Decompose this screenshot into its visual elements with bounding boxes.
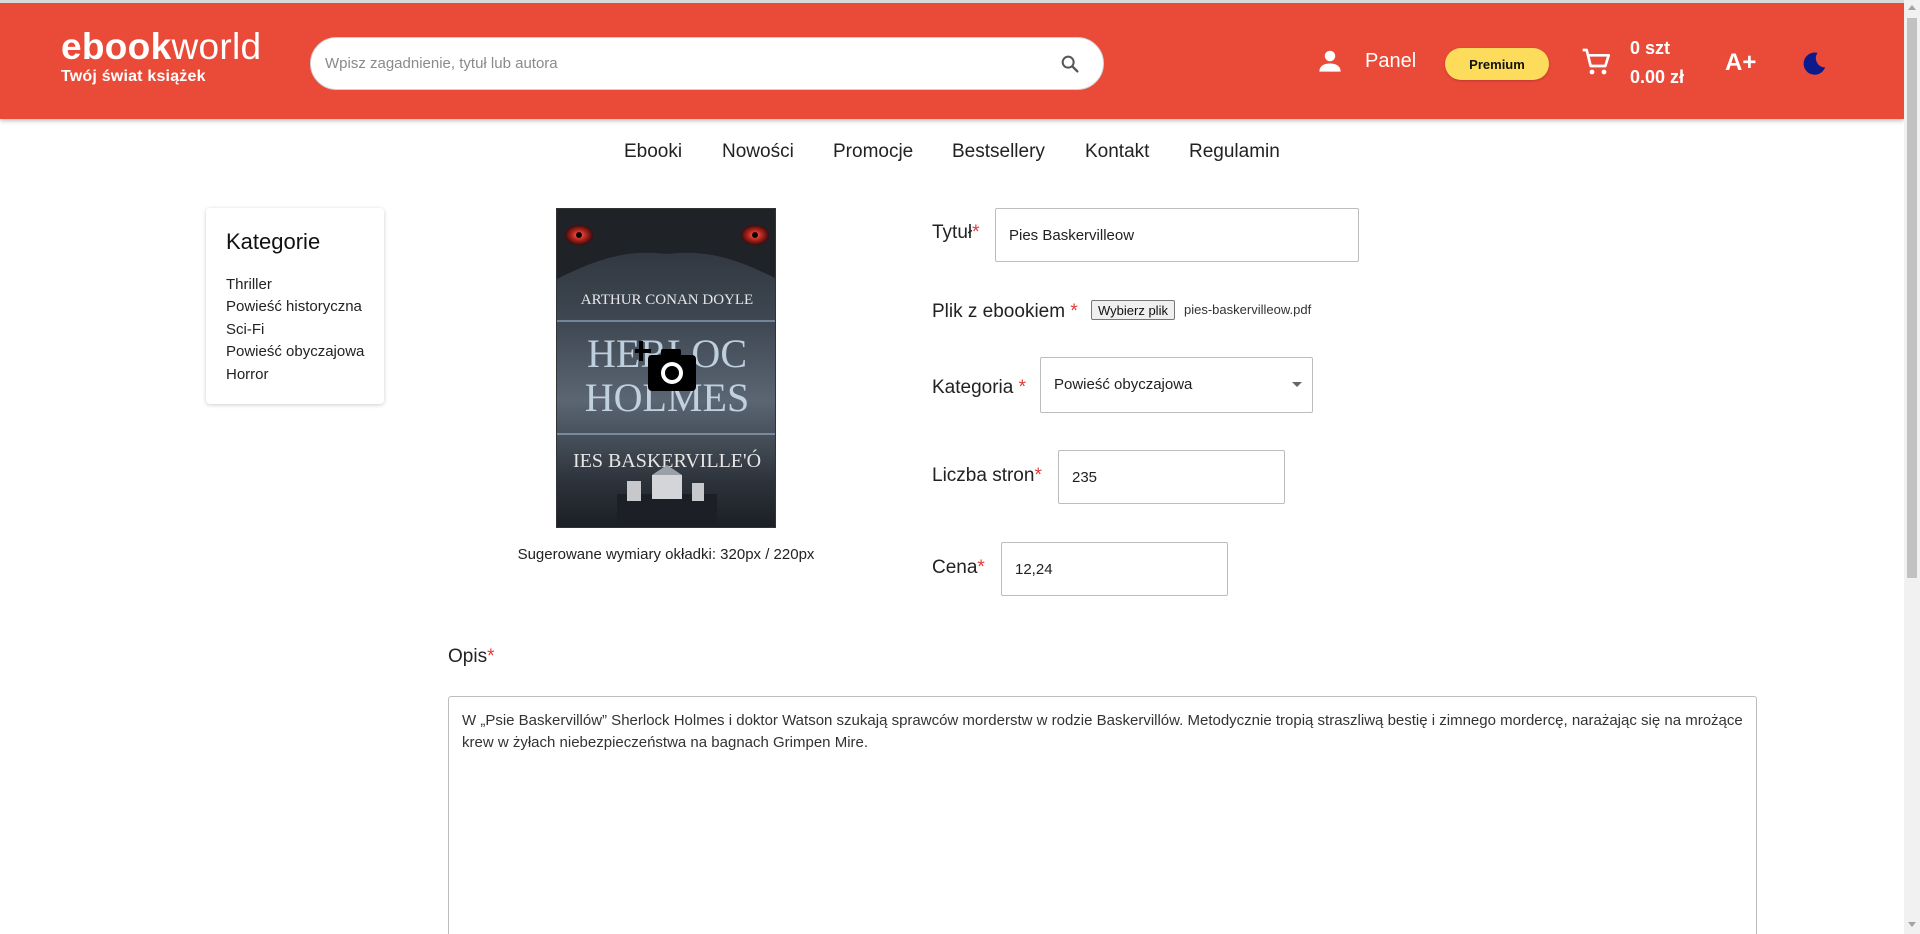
file-name: pies-baskervilleow.pdf [1184,302,1312,317]
nav-promocje[interactable]: Promocje [833,141,913,163]
required-star: * [1070,301,1078,322]
cart-count: 0 szt [1630,38,1671,58]
cart-total: 0.00 zł [1630,67,1685,87]
cart-icon[interactable] [1580,46,1612,78]
cover-upload[interactable]: ARTHUR CONAN DOYLE HERLOC HOLMES IES BAS… [556,208,776,528]
required-star: * [1018,377,1027,398]
moon-icon[interactable] [1800,50,1828,78]
search-input[interactable] [325,38,1025,89]
premium-button[interactable]: Premium [1445,48,1549,80]
scrollbar-thumb[interactable] [1907,18,1917,578]
user-icon [1319,50,1341,72]
required-star: * [487,646,495,667]
price-input[interactable] [1001,542,1228,596]
main-nav: Ebooki Nowości Promocje Bestsellery Kont… [0,141,1904,165]
pages-label: Liczba stron* [932,465,1042,486]
category-select-value: Powieść obyczajowa [1054,376,1193,393]
description-textarea[interactable]: W „Psie Baskervillów” Sherlock Holmes i … [448,696,1757,934]
logo-bold-text: ebook [61,26,172,67]
logo-light-text: world [171,26,262,67]
categories-title: Kategorie [226,229,321,254]
category-item[interactable]: Powieść historyczna [226,296,364,318]
scroll-down-arrow-icon[interactable] [1908,922,1916,927]
cover-author: ARTHUR CONAN DOYLE [581,292,753,308]
page-scrollbar[interactable] [1904,0,1920,934]
description-label: Opis* [448,646,495,667]
nav-regulamin[interactable]: Regulamin [1189,141,1280,163]
nav-ebooki[interactable]: Ebooki [624,141,682,163]
logo-tagline: Twój świat książek [61,68,206,85]
cover-size-hint: Sugerowane wymiary okładki: 320px / 220p… [517,546,815,563]
add-photo-icon [635,341,696,391]
categories-card: Kategorie Thriller Powieść historyczna S… [206,208,384,404]
scroll-up-arrow-icon[interactable] [1908,5,1916,10]
file-label: Plik z ebookiem * [932,301,1078,322]
price-label: Cena* [932,557,985,578]
title-input[interactable] [995,208,1359,262]
nav-bestsellery[interactable]: Bestsellery [952,141,1045,163]
header-bar: ebookworld Twój świat książek Panel Prem… [0,0,1904,119]
title-label: Tytuł* [932,222,980,243]
categories-list: Thriller Powieść historyczna Sci-Fi Powi… [226,274,364,386]
required-star: * [972,222,980,243]
nav-kontakt[interactable]: Kontakt [1085,141,1149,163]
required-star: * [977,557,985,578]
choose-file-button[interactable]: Wybierz plik [1091,300,1175,320]
category-item[interactable]: Thriller [226,274,364,296]
category-item[interactable]: Horror [226,364,364,386]
font-size-button[interactable]: A+ [1725,49,1756,77]
panel-label: Panel [1365,49,1417,72]
logo[interactable]: ebookworld Twój świat książek [61,27,261,86]
nav-nowosci[interactable]: Nowości [722,141,794,163]
search-icon[interactable] [1059,53,1081,75]
search-bar [310,37,1104,90]
pages-input[interactable] [1058,450,1285,504]
required-star: * [1034,465,1042,486]
panel-link[interactable]: Panel [1315,46,1416,76]
category-item[interactable]: Powieść obyczajowa [226,341,364,363]
dropdown-arrow-icon [1292,382,1302,387]
category-select[interactable]: Powieść obyczajowa [1040,357,1313,413]
category-label: Kategoria * [932,377,1027,398]
category-item[interactable]: Sci-Fi [226,319,364,341]
